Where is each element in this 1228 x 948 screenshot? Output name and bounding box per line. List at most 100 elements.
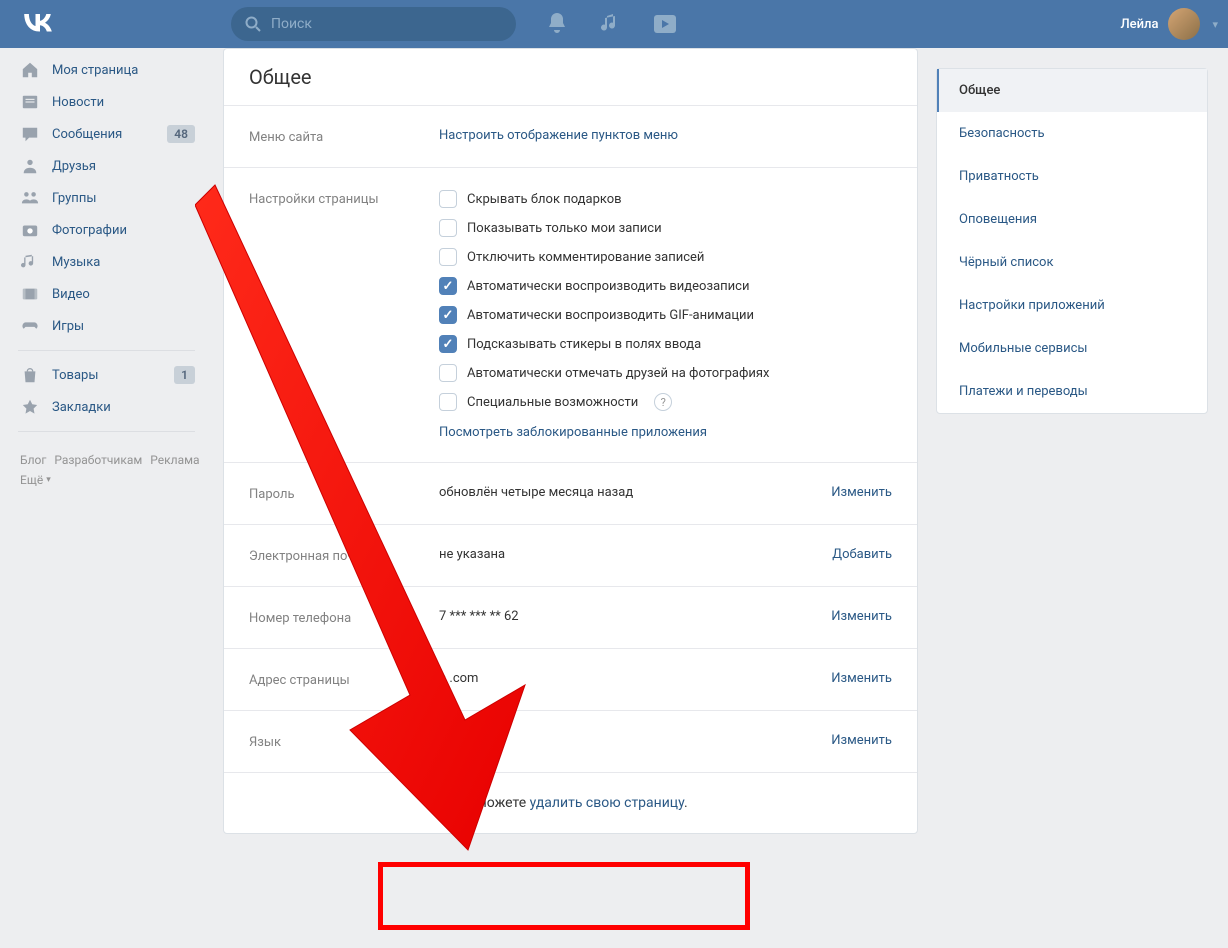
nav-item-news[interactable]: Новости	[8, 86, 205, 118]
checkbox[interactable]	[439, 277, 457, 295]
checkbox-label: Скрывать блок подарков	[467, 192, 622, 207]
checkbox[interactable]	[439, 306, 457, 324]
checkbox[interactable]	[439, 248, 457, 266]
user-menu[interactable]: Лейла ▾	[1120, 8, 1218, 40]
groups-icon	[20, 188, 40, 208]
nav-label: Музыка	[52, 255, 100, 270]
nav-badge: 1	[174, 366, 195, 384]
side-tab[interactable]: Платежи и переводы	[937, 370, 1207, 413]
checkbox-item[interactable]: Автоматически воспроизводить видеозаписи	[439, 277, 892, 295]
nav-item-msg[interactable]: Сообщения 48	[8, 118, 205, 150]
nav-item-market[interactable]: Товары 1	[8, 359, 205, 391]
page-title: Общее	[224, 49, 917, 105]
header-bar: Поиск Лейла ▾	[0, 0, 1228, 48]
search-placeholder: Поиск	[271, 16, 312, 32]
address-value: h .com	[439, 671, 831, 686]
nav-label: Фотографии	[52, 223, 127, 238]
checkbox[interactable]	[439, 335, 457, 353]
nav-item-games[interactable]: Игры	[8, 310, 205, 342]
nav-separator	[18, 431, 195, 432]
side-tab[interactable]: Безопасность	[937, 112, 1207, 155]
settings-side: ОбщееБезопасностьПриватностьОповещенияЧё…	[936, 48, 1208, 834]
checkbox-item[interactable]: Отключить комментирование записей	[439, 248, 892, 266]
chevron-down-icon: ▾	[1212, 18, 1218, 31]
email-add-link[interactable]: Добавить	[832, 547, 892, 562]
row-label-menu: Меню сайта	[249, 128, 439, 145]
nav-label: Моя страница	[52, 63, 138, 78]
checkbox[interactable]	[439, 393, 457, 411]
row-label-phone: Номер телефона	[249, 609, 439, 626]
msg-icon	[20, 124, 40, 144]
footer-link[interactable]: Разработчикам	[54, 453, 142, 467]
footer-more[interactable]: Ещё ▾	[20, 470, 59, 490]
market-icon	[20, 365, 40, 385]
configure-menu-link[interactable]: Настроить отображение пунктов меню	[439, 128, 678, 143]
music-icon	[20, 252, 40, 272]
row-label-language: Язык	[249, 733, 439, 750]
home-icon	[20, 60, 40, 80]
side-tab[interactable]: Оповещения	[937, 198, 1207, 241]
checkbox-label: Подсказывать стикеры в полях ввода	[467, 337, 701, 352]
help-icon[interactable]: ?	[654, 393, 672, 411]
side-tab[interactable]: Приватность	[937, 155, 1207, 198]
avatar	[1168, 8, 1200, 40]
header-icons	[546, 13, 676, 35]
checkbox-item[interactable]: Автоматически воспроизводить GIF-анимаци…	[439, 306, 892, 324]
row-label-page-settings: Настройки страницы	[249, 190, 439, 207]
search-box[interactable]: Поиск	[231, 7, 516, 41]
fav-icon	[20, 397, 40, 417]
nav-item-home[interactable]: Моя страница	[8, 54, 205, 86]
nav-label: Закладки	[52, 400, 111, 415]
music-icon[interactable]	[600, 13, 622, 35]
footer-link[interactable]: Блог	[20, 453, 46, 467]
blocked-apps-link[interactable]: Посмотреть заблокированные приложения	[439, 425, 707, 440]
nav-footer: Блог Разработчикам Реклама Ещё ▾	[8, 440, 205, 501]
nav-label: Игры	[52, 319, 84, 334]
side-tab[interactable]: Чёрный список	[937, 241, 1207, 284]
language-value: Русский	[439, 733, 831, 748]
checkbox[interactable]	[439, 190, 457, 208]
checkbox-label: Показывать только мои записи	[467, 221, 662, 236]
nav-item-fav[interactable]: Закладки	[8, 391, 205, 423]
checkbox-item[interactable]: Специальные возможности?	[439, 393, 892, 411]
vk-logo[interactable]	[20, 9, 56, 39]
delete-suffix: .	[684, 795, 688, 811]
video-icon	[20, 284, 40, 304]
photo-icon	[20, 220, 40, 240]
username: Лейла	[1120, 17, 1158, 32]
footer-link[interactable]: Реклама	[150, 453, 199, 467]
delete-page-link[interactable]: удалить свою страницу	[530, 795, 684, 811]
side-tab[interactable]: Настройки приложений	[937, 284, 1207, 327]
checkbox-item[interactable]: Скрывать блок подарков	[439, 190, 892, 208]
address-change-link[interactable]: Изменить	[831, 671, 892, 686]
nav-badge: 48	[167, 125, 195, 143]
phone-value: 7 *** *** ** 62	[439, 609, 831, 624]
checkbox[interactable]	[439, 219, 457, 237]
side-tab[interactable]: Мобильные сервисы	[937, 327, 1207, 370]
checkbox-label: Автоматически отмечать друзей на фотогра…	[467, 366, 769, 381]
nav-label: Товары	[52, 368, 98, 383]
email-value: не указана	[439, 547, 832, 562]
checkbox-item[interactable]: Подсказывать стикеры в полях ввода	[439, 335, 892, 353]
password-change-link[interactable]: Изменить	[831, 485, 892, 500]
checkbox-item[interactable]: Показывать только мои записи	[439, 219, 892, 237]
nav-item-video[interactable]: Видео	[8, 278, 205, 310]
row-label-email: Электронная почта	[249, 547, 439, 564]
video-icon[interactable]	[654, 13, 676, 35]
nav-label: Сообщения	[52, 127, 122, 142]
side-tab[interactable]: Общее	[937, 69, 1207, 112]
checkbox-item[interactable]: Автоматически отмечать друзей на фотогра…	[439, 364, 892, 382]
language-change-link[interactable]: Изменить	[831, 733, 892, 748]
checkbox[interactable]	[439, 364, 457, 382]
nav-item-music[interactable]: Музыка	[8, 246, 205, 278]
nav-item-friends[interactable]: Друзья	[8, 150, 205, 182]
phone-change-link[interactable]: Изменить	[831, 609, 892, 624]
annotation-box	[378, 862, 750, 930]
nav-item-groups[interactable]: Группы	[8, 182, 205, 214]
delete-page-footer: Вы можете удалить свою страницу.	[224, 772, 917, 833]
notifications-icon[interactable]	[546, 13, 568, 35]
nav-item-photo[interactable]: Фотографии	[8, 214, 205, 246]
row-label-password: Пароль	[249, 485, 439, 502]
left-nav: Моя страница Новости Сообщения 48 ДрузьяГруп…	[0, 48, 205, 834]
delete-prefix: Вы можете	[453, 795, 529, 811]
